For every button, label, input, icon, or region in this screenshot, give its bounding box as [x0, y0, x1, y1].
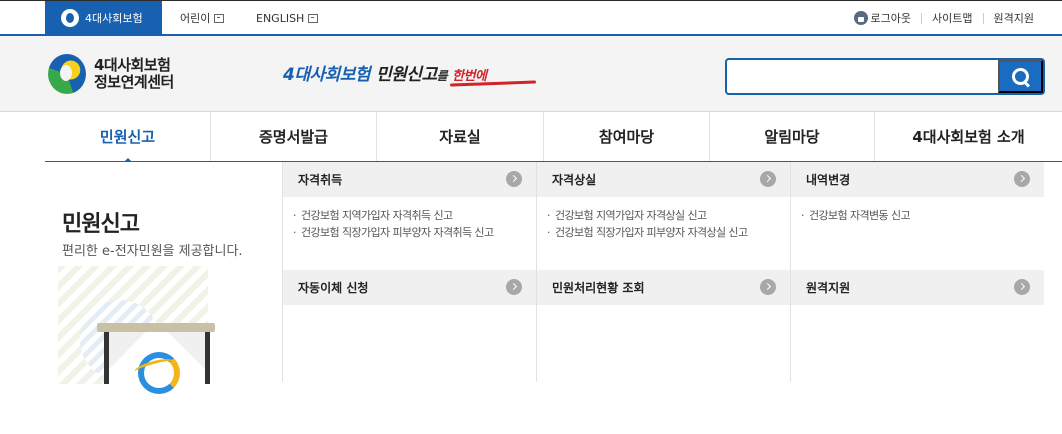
section-title: 민원신고 [62, 212, 140, 237]
category-label: 자동이체 신청 [298, 281, 369, 295]
category-status-inquiry[interactable]: 민원처리현황 조회 [537, 270, 790, 305]
category-change[interactable]: 내역변경 [791, 162, 1044, 197]
nav-item-notice[interactable]: 알림마당 [710, 112, 875, 161]
brand-logo-icon [61, 9, 79, 27]
nav-item-participation[interactable]: 참여마당 [544, 112, 710, 161]
site-header: 4대사회보험 정보연계센터 4대사회보험 민원신고 를 한번에 [0, 36, 1062, 112]
divider [982, 12, 984, 24]
remote-support-link[interactable]: 원격지원 [994, 10, 1034, 26]
main-nav: 민원신고 증명서발급 자료실 참여마당 알림마당 4대사회보험 소개 [45, 112, 1062, 162]
new-window-icon [308, 13, 319, 23]
brand-tab-label: 4대사회보험 [85, 12, 143, 25]
category-label: 자격취득 [298, 173, 343, 187]
category-remote-support[interactable]: 원격지원 [791, 270, 1044, 305]
divider [921, 12, 923, 24]
nav-item-about[interactable]: 4대사회보험 소개 [875, 112, 1062, 161]
lock-icon [853, 11, 868, 25]
logout-link[interactable]: 로그아웃 [853, 10, 912, 26]
easel-top-decoration [97, 323, 215, 332]
list-item[interactable]: 건강보험 직장가입자 피부양자 자격상실 신고 [537, 224, 790, 241]
search-icon [1012, 68, 1029, 85]
top-utility-bar: 4대사회보험 어린이 ENGLISH 로그아웃 사이트맵 원격지원 [0, 0, 1062, 36]
category-loss[interactable]: 자격상실 [537, 162, 790, 197]
logout-label: 로그아웃 [870, 12, 912, 25]
chevron-right-icon [760, 171, 776, 187]
search-box [725, 58, 1045, 95]
sitemap-link[interactable]: 사이트맵 [932, 10, 972, 26]
chevron-right-icon [1014, 171, 1030, 187]
logo-mark-icon [48, 54, 86, 94]
nav-item-certificate[interactable]: 증명서발급 [211, 112, 377, 161]
nav-item-complaint[interactable]: 민원신고 [45, 112, 211, 162]
section-subtitle: 편리한 e-전자민원을 제공합니다. [62, 244, 243, 259]
category-acquisition[interactable]: 자격취득 [283, 162, 536, 197]
utility-links: 로그아웃 사이트맵 원격지원 [853, 1, 1034, 35]
list-item[interactable]: 건강보험 자격변동 신고 [791, 207, 1044, 224]
chevron-right-icon [506, 171, 522, 187]
category-label: 민원처리현황 조회 [552, 281, 645, 295]
kids-link[interactable]: 어린이 [180, 1, 225, 35]
category-label: 내역변경 [806, 173, 851, 187]
category-label: 자격상실 [552, 173, 597, 187]
slogan-part3: 를 [436, 69, 448, 83]
slogan: 4대사회보험 민원신고 를 한번에 [283, 60, 487, 85]
list-item[interactable]: 건강보험 지역가입자 자격상실 신고 [537, 207, 790, 224]
internet-explorer-icon [134, 350, 180, 394]
logo-line2: 정보연계센터 [94, 73, 174, 91]
new-window-icon [214, 13, 225, 23]
acquisition-list: 건강보험 지역가입자 자격취득 신고 건강보험 직장가입자 피부양자 자격취득 … [283, 207, 536, 241]
list-item[interactable]: 건강보험 직장가입자 피부양자 자격취득 신고 [283, 224, 536, 241]
slogan-part1: 4대사회보험 [283, 65, 371, 85]
english-link-label: ENGLISH [256, 11, 305, 25]
logo-line1: 4대사회보험 [94, 56, 171, 74]
kids-link-label: 어린이 [180, 12, 211, 25]
list-item[interactable]: 건강보험 지역가입자 자격취득 신고 [283, 207, 536, 224]
category-label: 원격지원 [806, 281, 851, 295]
logo-text: 4대사회보험 정보연계센터 [94, 57, 174, 91]
search-input[interactable] [731, 63, 997, 90]
change-list: 건강보험 자격변동 신고 [791, 207, 1044, 224]
search-button[interactable] [998, 60, 1043, 93]
slogan-part2: 민원신고 [376, 65, 437, 85]
chevron-right-icon [760, 279, 776, 295]
slogan-part4: 한번에 [452, 69, 487, 84]
loss-list: 건강보험 지역가입자 자격상실 신고 건강보험 직장가입자 피부양자 자격상실 … [537, 207, 790, 241]
chevron-right-icon [1014, 279, 1030, 295]
chevron-right-icon [506, 279, 522, 295]
english-link[interactable]: ENGLISH [256, 1, 319, 35]
site-logo[interactable]: 4대사회보험 정보연계센터 [48, 54, 174, 94]
nav-item-library[interactable]: 자료실 [377, 112, 544, 161]
submenu-grid: 자격취득 자격상실 내역변경 건강보험 지역가입자 자격취득 신고 건강보험 직… [282, 162, 1062, 382]
category-auto-transfer[interactable]: 자동이체 신청 [283, 270, 536, 305]
brand-tab-4insurance[interactable]: 4대사회보험 [45, 1, 162, 35]
